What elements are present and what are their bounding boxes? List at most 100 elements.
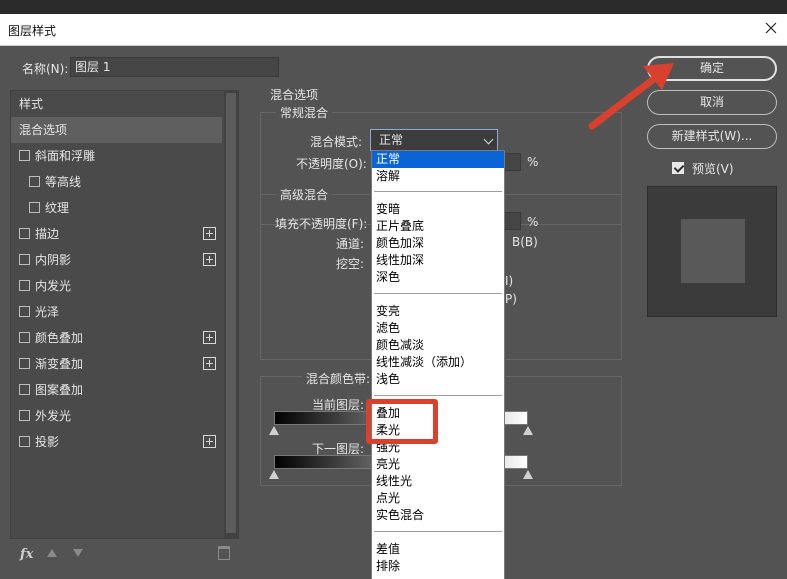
style-item-contour[interactable]: 等高线: [11, 169, 222, 195]
style-list: 样式 混合选项 斜面和浮雕 等高线 纹理 描边 内阴影 内发光 光泽 颜色叠加 …: [10, 90, 239, 539]
opacity-unit: %: [527, 155, 539, 169]
separator: [374, 191, 502, 192]
knockout-label: 挖空:: [336, 257, 365, 271]
blend-option[interactable]: 正片叠底: [372, 218, 504, 235]
fill-opacity-input[interactable]: [503, 212, 521, 230]
style-item-label: 纹理: [45, 201, 70, 215]
blend-mode-select[interactable]: 正常: [370, 129, 498, 151]
blend-option[interactable]: 亮光: [372, 456, 504, 473]
slider-handle-icon[interactable]: [269, 426, 279, 435]
fill-opacity-unit: %: [527, 215, 539, 229]
add-icon[interactable]: [203, 331, 216, 344]
style-item-blend-options[interactable]: 混合选项: [11, 117, 222, 143]
separator: [374, 293, 502, 294]
style-item-drop-shadow[interactable]: 投影: [11, 429, 222, 455]
style-item-satin[interactable]: 光泽: [11, 299, 222, 325]
checkbox[interactable]: [19, 436, 30, 447]
option-fragment[interactable]: P): [505, 292, 517, 306]
close-icon[interactable]: [763, 20, 779, 36]
blend-option[interactable]: 颜色加深: [372, 235, 504, 252]
style-list-header[interactable]: 样式: [11, 91, 222, 117]
move-up-icon[interactable]: [47, 549, 57, 557]
blend-mode-dropdown[interactable]: 正常 溶解 变暗 正片叠底 颜色加深 线性加深 深色 变亮 滤色 颜色减淡 线性…: [371, 150, 505, 579]
name-input[interactable]: 图层 1: [70, 57, 279, 77]
style-item-texture[interactable]: 纹理: [11, 195, 222, 221]
checkbox[interactable]: [19, 384, 30, 395]
checkbox[interactable]: [19, 332, 30, 343]
checkbox[interactable]: [19, 358, 30, 369]
style-item-label: 颜色叠加: [35, 331, 84, 345]
blend-option[interactable]: 深色: [372, 269, 504, 286]
checkbox[interactable]: [19, 306, 30, 317]
preview-checkbox[interactable]: [672, 162, 684, 174]
option-fragment[interactable]: I): [505, 274, 513, 288]
blend-mode-value: 正常: [379, 133, 404, 147]
checkbox[interactable]: [19, 228, 30, 239]
blend-option[interactable]: 滤色: [372, 320, 504, 337]
fx-icon[interactable]: fx: [20, 547, 33, 562]
separator: [374, 395, 502, 396]
separator: [374, 531, 502, 532]
slider-handle-icon[interactable]: [523, 426, 533, 435]
blend-mode-label: 混合模式:: [310, 135, 363, 149]
add-icon[interactable]: [203, 435, 216, 448]
style-item-stroke[interactable]: 描边: [11, 221, 222, 247]
checkbox[interactable]: [29, 202, 40, 213]
checkbox[interactable]: [19, 150, 30, 161]
new-style-button[interactable]: 新建样式(W)...: [647, 124, 777, 149]
slider-handle-icon[interactable]: [523, 470, 533, 479]
slider-handle-icon[interactable]: [269, 470, 279, 479]
checkbox[interactable]: [29, 176, 40, 187]
channels-label: 通道:: [336, 237, 365, 251]
top-strip: [0, 0, 787, 14]
style-item-label: 斜面和浮雕: [35, 149, 96, 163]
style-item-label: 渐变叠加: [35, 357, 84, 371]
checkbox[interactable]: [19, 410, 30, 421]
blend-option[interactable]: 点光: [372, 490, 504, 507]
style-item-label: 图案叠加: [35, 383, 84, 397]
style-item-label: 等高线: [45, 175, 82, 189]
style-item-label: 外发光: [35, 409, 72, 423]
style-item-inner-glow[interactable]: 内发光: [11, 273, 222, 299]
style-item-inner-shadow[interactable]: 内阴影: [11, 247, 222, 273]
add-icon[interactable]: [203, 253, 216, 266]
blend-option[interactable]: 颜色减淡: [372, 337, 504, 354]
cancel-button[interactable]: 取消: [647, 90, 777, 115]
checkbox[interactable]: [19, 254, 30, 265]
style-item-color-overlay[interactable]: 颜色叠加: [11, 325, 222, 351]
move-down-icon[interactable]: [73, 549, 83, 557]
channel-b-checkbox[interactable]: B(B): [512, 235, 538, 249]
add-icon[interactable]: [203, 227, 216, 240]
window-title: 图层样式: [8, 24, 57, 38]
blend-option[interactable]: 差值: [372, 541, 504, 558]
blend-option[interactable]: 溶解: [372, 168, 504, 185]
blend-option[interactable]: 浅色: [372, 371, 504, 388]
checkbox[interactable]: [19, 280, 30, 291]
style-item-label: 描边: [35, 227, 60, 241]
blend-option[interactable]: 线性光: [372, 473, 504, 490]
blend-option[interactable]: 实色混合: [372, 507, 504, 524]
scrollbar-thumb[interactable]: [226, 93, 236, 533]
chevron-down-icon: [483, 134, 494, 145]
style-item-bevel-emboss[interactable]: 斜面和浮雕: [11, 143, 222, 169]
blend-option[interactable]: 线性减淡（添加）: [372, 354, 504, 371]
ok-button[interactable]: 确定: [647, 56, 777, 81]
style-item-label: 光泽: [35, 305, 60, 319]
add-icon[interactable]: [203, 357, 216, 370]
opacity-label: 不透明度(O):: [296, 157, 367, 171]
blend-option[interactable]: 线性加深: [372, 252, 504, 269]
style-item-pattern-overlay[interactable]: 图案叠加: [11, 377, 222, 403]
trash-icon[interactable]: [218, 546, 230, 560]
blend-option[interactable]: 排除: [372, 558, 504, 575]
style-item-label: 内发光: [35, 279, 72, 293]
layer-style-dialog: 名称(N): 图层 1 样式 混合选项 斜面和浮雕 等高线 纹理 描边 内阴影 …: [0, 46, 787, 579]
style-item-gradient-overlay[interactable]: 渐变叠加: [11, 351, 222, 377]
blend-option[interactable]: 变亮: [372, 303, 504, 320]
style-item-outer-glow[interactable]: 外发光: [11, 403, 222, 429]
blend-option[interactable]: 正常: [372, 151, 504, 168]
blend-option[interactable]: 变暗: [372, 201, 504, 218]
opacity-input[interactable]: [503, 153, 521, 171]
preview-thumbnail: [647, 186, 777, 317]
preview-swatch: [681, 219, 745, 283]
style-list-scrollbar[interactable]: [224, 91, 238, 538]
